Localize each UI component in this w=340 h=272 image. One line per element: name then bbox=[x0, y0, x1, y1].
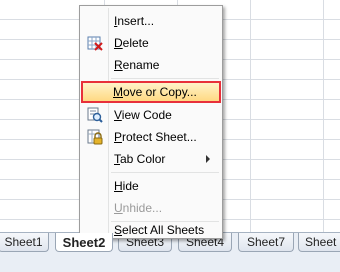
menu-item-label: Protect Sheet... bbox=[114, 130, 197, 144]
menu-item-label: Rename bbox=[114, 58, 160, 72]
menu-item-label: View Code bbox=[114, 108, 172, 122]
menu-item-text: ab Color bbox=[120, 152, 166, 166]
tab-sheet7[interactable]: Sheet7 bbox=[238, 233, 294, 252]
menu-item-text: ename bbox=[122, 58, 160, 72]
tab-sheet1[interactable]: Sheet1 bbox=[0, 233, 49, 252]
menu-item-hide[interactable]: Hide bbox=[82, 175, 220, 197]
menu-item-text: nhide... bbox=[122, 201, 163, 215]
delete-sheet-icon bbox=[87, 35, 103, 51]
menu-item-delete[interactable]: Delete bbox=[82, 32, 220, 54]
menu-item-move-or-copy[interactable]: Move or Copy... bbox=[81, 81, 221, 103]
menu-item-text: nsert... bbox=[117, 14, 155, 28]
menu-item-text: elete bbox=[122, 36, 149, 50]
view-code-icon bbox=[87, 107, 103, 123]
tab-sheet2[interactable]: Sheet2 bbox=[55, 233, 113, 252]
menu-item-text: rotect Sheet... bbox=[122, 130, 197, 144]
menu-item-label: Tab Color bbox=[114, 152, 166, 166]
submenu-arrow-icon bbox=[206, 155, 210, 163]
menu-item-text: elect All Sheets bbox=[122, 223, 205, 237]
grid-line bbox=[323, 0, 324, 232]
menu-item-label: Insert... bbox=[114, 14, 155, 28]
menu-item-text: iew Code bbox=[121, 108, 172, 122]
menu-item-text: ove or Copy... bbox=[123, 85, 197, 99]
menu-item-label: Unhide... bbox=[114, 201, 163, 215]
menu-item-tab-color[interactable]: Tab Color bbox=[82, 148, 220, 170]
tab-sheet-partial[interactable]: Sheet bbox=[298, 233, 340, 252]
sheet-tab-context-menu: Insert... Delete Rename Move or Copy... bbox=[79, 5, 223, 239]
grid-line bbox=[250, 0, 251, 232]
menu-separator bbox=[111, 78, 219, 79]
menu-item-label: Hide bbox=[114, 179, 139, 193]
menu-item-label: Move or Copy... bbox=[113, 85, 197, 99]
menu-item-rename[interactable]: Rename bbox=[82, 54, 220, 76]
menu-item-label: Select All Sheets bbox=[114, 223, 205, 237]
menu-item-insert[interactable]: Insert... bbox=[82, 10, 220, 32]
menu-item-text: ide bbox=[122, 179, 139, 193]
menu-item-protect-sheet[interactable]: Protect Sheet... bbox=[82, 126, 220, 148]
menu-item-view-code[interactable]: View Code bbox=[82, 104, 220, 126]
menu-separator bbox=[111, 172, 219, 173]
menu-item-label: Delete bbox=[114, 36, 149, 50]
protect-sheet-icon bbox=[87, 129, 103, 145]
